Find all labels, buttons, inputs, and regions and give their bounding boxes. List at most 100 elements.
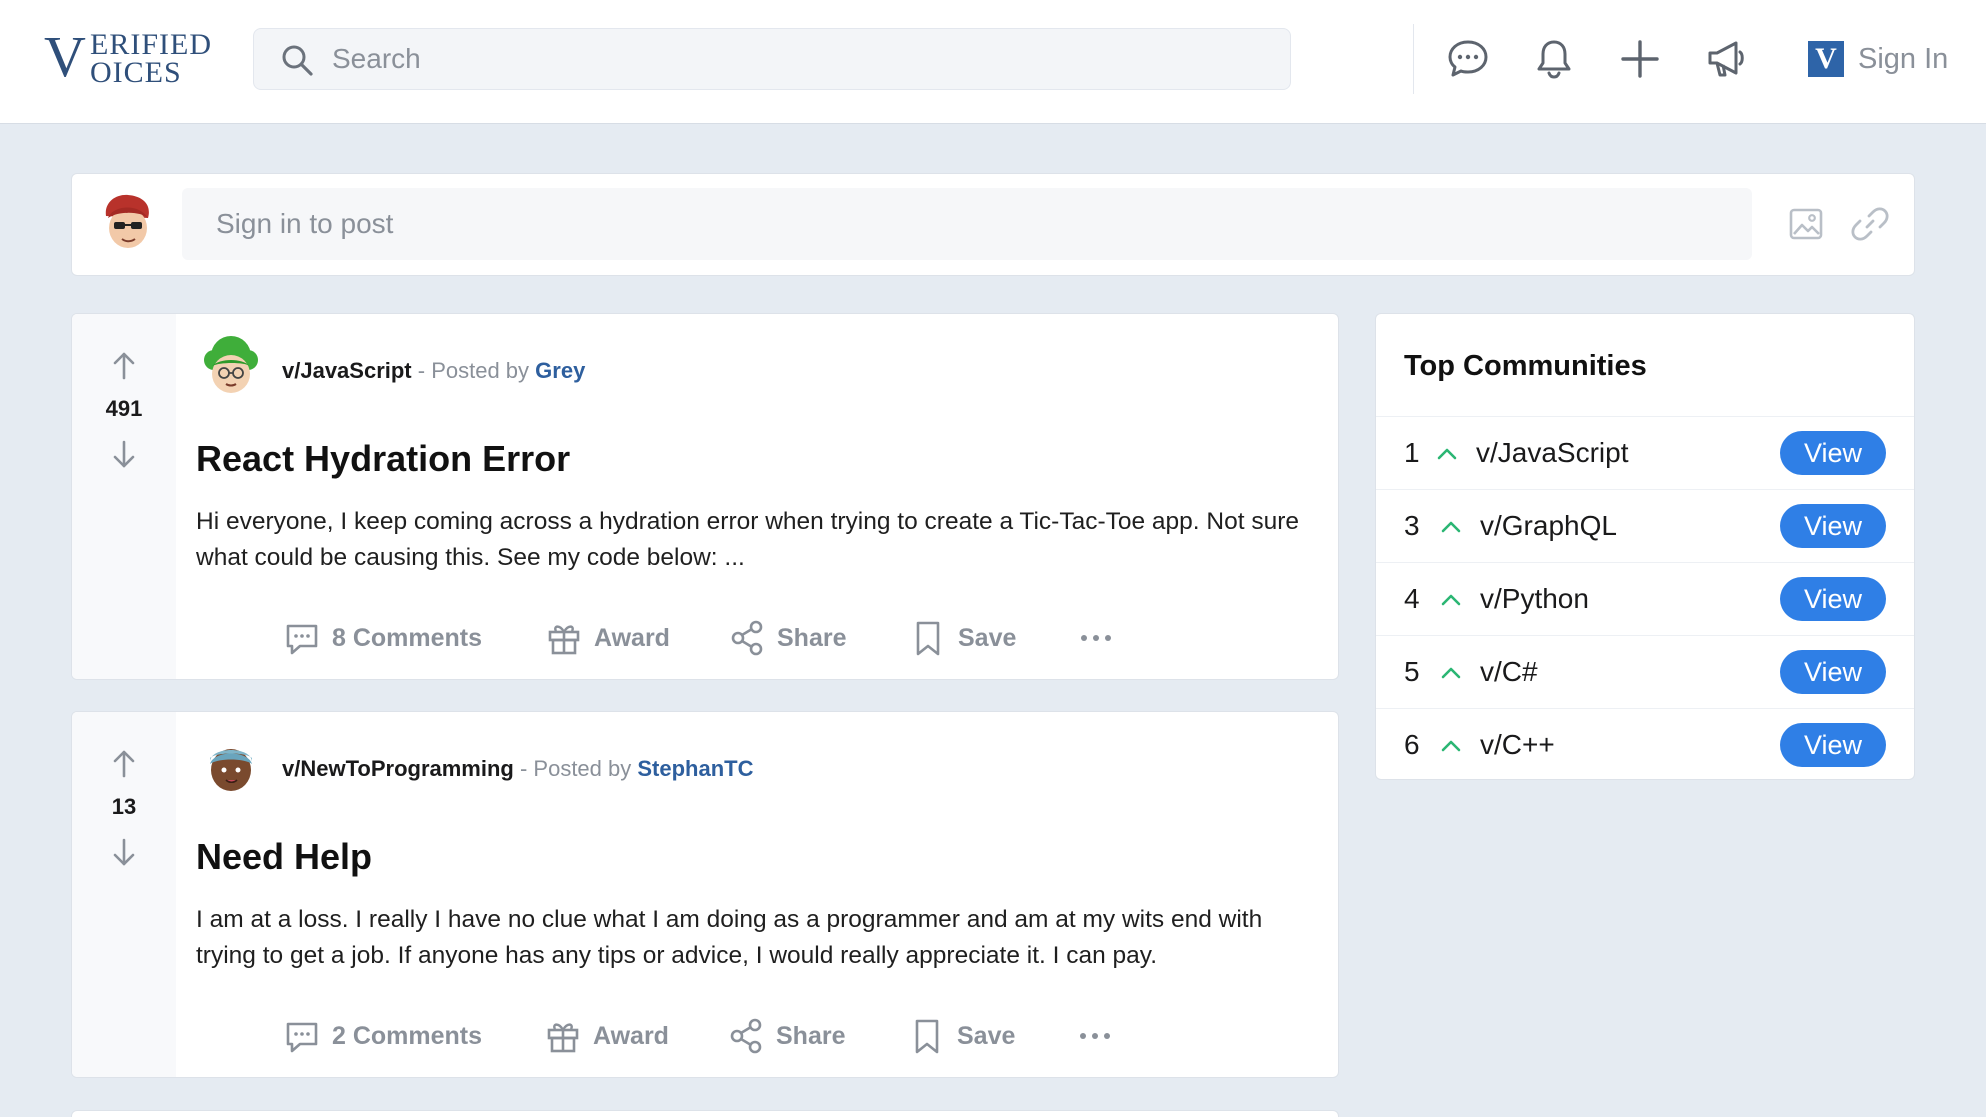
create-post-input[interactable] [182,188,1752,260]
avatar[interactable] [200,336,262,398]
view-button[interactable]: View [1780,723,1886,767]
save-label: Save [957,1021,1016,1050]
community-row: 5 v/C# View [1376,635,1914,708]
share-label: Share [777,623,847,652]
vote-column: 13 [72,712,176,1077]
share-label: Share [776,1021,846,1050]
save-button[interactable]: Save [907,1014,1015,1058]
comments-button[interactable]: 2 Comments [282,1014,482,1058]
avatar[interactable] [200,734,262,796]
community-rank: 4 [1404,583,1420,614]
vote-column: 491 [72,314,176,679]
post-card: 13 v/NewToProgramming - Posted by Stepha… [71,711,1339,1078]
top-communities-panel: Top Communities 1 v/JavaScript View 3 v/… [1375,313,1915,780]
trend-up-icon [1437,448,1457,460]
sign-in-button[interactable]: V Sign In [1808,38,1948,80]
header-divider [1413,24,1414,94]
comments-button[interactable]: 8 Comments [282,616,482,660]
create-post-bar [71,173,1915,276]
link-icon[interactable] [1850,204,1890,244]
brand-badge-icon: V [1808,41,1844,77]
comment-icon [286,624,318,655]
post-card [71,1110,1339,1117]
vote-count: 491 [105,396,143,421]
community-row: 1 v/JavaScript View [1376,416,1914,489]
community-name[interactable]: v/GraphQL [1480,510,1617,542]
community-name[interactable]: v/Python [1480,583,1589,615]
award-label: Award [594,623,670,652]
save-button[interactable]: Save [908,616,1016,660]
downvote-icon[interactable] [106,834,142,870]
community-row: 3 v/GraphQL View [1376,489,1914,562]
more-options-button[interactable] [1075,1014,1115,1058]
trend-up-icon [1441,521,1461,533]
plus-icon[interactable] [1617,36,1663,82]
trend-up-icon [1441,667,1461,679]
logo-v: V [44,24,86,89]
author-link[interactable]: StephanTC [637,756,753,781]
gift-icon [547,1023,579,1053]
bell-icon[interactable] [1531,36,1577,82]
community-rank: 6 [1404,729,1420,760]
upvote-icon[interactable] [106,348,142,384]
trend-up-icon [1441,740,1461,752]
upvote-icon[interactable] [106,746,142,782]
more-icon [1080,1033,1110,1039]
view-button[interactable]: View [1780,650,1886,694]
author-link[interactable]: Grey [535,358,585,383]
sign-in-label: Sign In [1858,42,1949,75]
view-button[interactable]: View [1780,431,1886,475]
community-row: 4 v/Python View [1376,562,1914,635]
comments-label: 2 Comments [332,1021,483,1050]
post-meta: v/JavaScript - Posted by Grey [282,358,585,384]
image-icon[interactable] [1786,204,1826,244]
community-name[interactable]: v/C++ [1480,729,1555,761]
panel-title: Top Communities [1404,350,1647,382]
community-rank: 1 [1404,437,1420,468]
award-button[interactable]: Award [544,616,670,660]
avatar[interactable] [98,190,158,254]
view-button[interactable]: View [1780,577,1886,621]
comments-label: 8 Comments [332,623,483,652]
post-body: Hi everyone, I keep coming across a hydr… [196,508,1300,571]
save-label: Save [958,623,1017,652]
bookmark-icon [916,621,940,656]
post-title[interactable]: Need Help [196,836,372,878]
community-row: 6 v/C++ View [1376,708,1914,779]
view-button[interactable]: View [1780,504,1886,548]
post-body: I am at a loss. I really I have no clue … [196,906,1263,969]
share-button[interactable]: Share [726,1014,845,1058]
community-rank: 3 [1404,510,1420,541]
community-rank: 5 [1404,656,1420,687]
top-header: V ERIFIED OICES Search V Sign In [0,0,1986,124]
post-meta: v/NewToProgramming - Posted by StephanTC [282,756,754,782]
comment-icon [286,1022,318,1053]
posted-by-label: - Posted by [513,756,638,781]
chat-icon[interactable] [1445,36,1491,82]
megaphone-icon[interactable] [1703,36,1749,82]
gift-icon [548,625,580,655]
downvote-icon[interactable] [106,436,142,472]
share-icon [730,1018,762,1054]
trend-up-icon [1441,594,1461,606]
vote-count: 13 [111,794,137,819]
award-button[interactable]: Award [543,1014,669,1058]
post-title[interactable]: React Hydration Error [196,438,570,480]
community-link[interactable]: v/NewToProgramming [282,756,514,781]
more-options-button[interactable] [1076,616,1116,660]
search-icon [282,45,313,76]
search-bar[interactable] [253,28,1291,90]
community-name[interactable]: v/C# [1480,656,1538,688]
verified-voices-logo[interactable]: V ERIFIED OICES [44,24,220,89]
share-button[interactable]: Share [727,616,846,660]
search-input[interactable] [332,37,1232,81]
more-icon [1081,635,1111,641]
post-card: 491 v/JavaScript - Posted by Grey React … [71,313,1339,680]
community-link[interactable]: v/JavaScript [282,358,412,383]
share-icon [731,620,763,656]
community-name[interactable]: v/JavaScript [1476,437,1629,469]
award-label: Award [593,1021,669,1050]
logo-line2: OICES [90,56,182,89]
bookmark-icon [915,1019,939,1054]
posted-by-label: - Posted by [411,358,536,383]
